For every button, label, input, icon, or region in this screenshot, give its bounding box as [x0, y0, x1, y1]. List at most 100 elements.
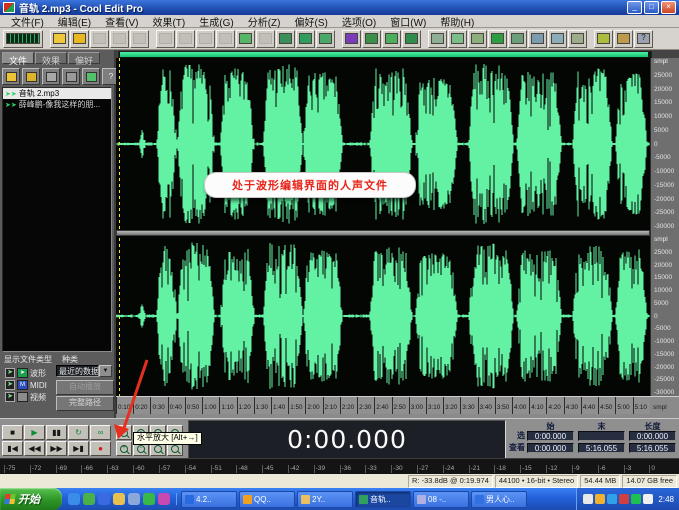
go-to-beginning-button[interactable]: ▮◀	[2, 441, 23, 456]
antivirus-icon[interactable]	[595, 494, 605, 504]
media-player-icon[interactable]	[98, 493, 110, 505]
checkbox-MIDI[interactable]: ➤	[5, 380, 15, 390]
delete-selection-button[interactable]	[276, 30, 295, 48]
qq-icon[interactable]	[631, 494, 641, 504]
overview-scrollbar-thumb[interactable]	[120, 52, 648, 57]
insert-into-cd-project-button[interactable]	[82, 68, 100, 85]
phase-analysis-button[interactable]	[548, 30, 567, 48]
play-to-end-button[interactable]: ∞	[90, 425, 111, 440]
file-list-item[interactable]: ➤➤薛峰鹏-像我这样的朋...	[3, 99, 111, 110]
menu-item[interactable]: 选项(O)	[335, 14, 383, 29]
taskbar-task[interactable]: 4.2..	[181, 491, 237, 508]
mix-paste-button[interactable]	[256, 30, 275, 48]
stop-button[interactable]: ■	[2, 425, 23, 440]
fast-forward-button[interactable]: ▶▶	[46, 441, 67, 456]
menu-item[interactable]: 窗口(W)	[383, 14, 433, 29]
organizer-tab-偏好[interactable]: 偏好	[68, 52, 100, 64]
input-method-icon[interactable]	[643, 494, 653, 504]
help-button[interactable]: ?	[634, 30, 653, 48]
taskbar-task[interactable]: QQ..	[239, 491, 295, 508]
im-icon[interactable]	[607, 494, 617, 504]
menu-item[interactable]: 帮助(H)	[433, 14, 481, 29]
chevron-down-icon[interactable]: ▼	[99, 365, 112, 377]
checkbox-波形[interactable]: ➤	[5, 368, 15, 378]
folder-icon[interactable]	[113, 493, 125, 505]
menu-item[interactable]: 编辑(E)	[51, 14, 98, 29]
rewind-button[interactable]: ◀◀	[24, 441, 45, 456]
batch-process-button[interactable]	[448, 30, 467, 48]
play-button[interactable]: ▶	[24, 425, 45, 440]
start-button[interactable]: 开始	[0, 488, 62, 510]
cut-button[interactable]	[196, 30, 215, 48]
editor-icon[interactable]	[158, 493, 170, 505]
trim-button[interactable]	[296, 30, 315, 48]
spectral-view-button[interactable]	[342, 30, 361, 48]
show-desktop-icon[interactable]	[128, 493, 140, 505]
settings-button[interactable]	[594, 30, 613, 48]
qq-music-icon[interactable]	[143, 493, 155, 505]
minimize-button[interactable]: _	[627, 1, 642, 14]
redo-button[interactable]	[176, 30, 195, 48]
timeline-ruler[interactable]: 0:100:200:300:400:501:001:101:201:301:40…	[116, 396, 650, 414]
selection-length-field[interactable]: 0:00.000	[629, 431, 676, 441]
cue-list-button[interactable]	[382, 30, 401, 48]
scripts-button[interactable]	[428, 30, 447, 48]
menu-item[interactable]: 偏好(S)	[287, 14, 334, 29]
multitrack-view-toggle-button[interactable]	[3, 30, 43, 48]
play-looped-button[interactable]: ↻	[68, 425, 89, 440]
view-end-field[interactable]: 5:16.055	[578, 443, 625, 453]
save-as-button[interactable]	[110, 30, 129, 48]
maximize-button[interactable]: □	[644, 1, 659, 14]
loop-preview-button[interactable]	[508, 30, 527, 48]
play-preview-button[interactable]	[488, 30, 507, 48]
close-button[interactable]: ×	[661, 1, 676, 14]
channel-splitter[interactable]	[116, 230, 650, 236]
insert-into-multitrack-button[interactable]	[62, 68, 80, 85]
zoom-in-vertical-button[interactable]: +	[116, 441, 132, 456]
waveform-display[interactable]	[116, 58, 650, 396]
selection-end-field[interactable]	[578, 431, 625, 441]
selection-begin-field[interactable]: 0:00.000	[527, 431, 574, 441]
cd-player-button[interactable]	[468, 30, 487, 48]
menu-item[interactable]: 生成(G)	[192, 14, 240, 29]
playback-cursor[interactable]	[119, 58, 120, 396]
internet-explorer-icon[interactable]	[68, 493, 80, 505]
messenger-icon[interactable]	[83, 493, 95, 505]
close-file-button[interactable]	[130, 30, 149, 48]
close-selected-file-button[interactable]	[42, 68, 60, 85]
update-icon[interactable]	[619, 494, 629, 504]
zoom-in-horizontal-button[interactable]: +	[116, 425, 132, 440]
file-list-item[interactable]: ➤➤音轨 2.mp3	[3, 88, 111, 99]
volume-icon[interactable]	[583, 494, 593, 504]
convert-sample-type-button[interactable]	[316, 30, 335, 48]
organizer-tab-文件[interactable]: 文件	[2, 52, 34, 64]
full-paths-button[interactable]: 完整路径	[56, 396, 114, 411]
taskbar-task[interactable]: 男人心..	[471, 491, 527, 508]
waveform-view-button[interactable]	[362, 30, 381, 48]
device-properties-button[interactable]	[614, 30, 633, 48]
auto-play-button[interactable]: 自动播放	[56, 380, 114, 395]
new-file-button[interactable]	[50, 30, 69, 48]
go-to-end-button[interactable]: ▶▮	[68, 441, 89, 456]
copy-button[interactable]	[216, 30, 235, 48]
taskbar-task[interactable]: 08 -..	[413, 491, 469, 508]
open-file-button[interactable]	[2, 68, 20, 85]
view-begin-field[interactable]: 0:00.000	[527, 443, 574, 453]
record-button[interactable]: ●	[90, 441, 111, 456]
menu-item[interactable]: 分析(Z)	[241, 14, 288, 29]
menu-item[interactable]: 效果(T)	[145, 14, 192, 29]
view-length-field[interactable]: 5:16.055	[629, 443, 676, 453]
pause-button[interactable]: ▮▮	[46, 425, 67, 440]
open-append-button[interactable]	[22, 68, 40, 85]
sort-dropdown[interactable]: 最近的数据 ▼	[56, 365, 112, 377]
menu-item[interactable]: 查看(V)	[98, 14, 145, 29]
menu-item[interactable]: 文件(F)	[4, 14, 51, 29]
frequency-analysis-button[interactable]	[528, 30, 547, 48]
monitor-record-level-button[interactable]	[568, 30, 587, 48]
undo-button[interactable]	[156, 30, 175, 48]
save-file-button[interactable]	[90, 30, 109, 48]
paste-button[interactable]	[236, 30, 255, 48]
taskbar-task[interactable]: 音轨..	[355, 491, 411, 508]
organizer-tab-效果[interactable]: 效果	[35, 52, 67, 64]
level-meter[interactable]: -75-72-69-66-63-60-57-54-51-48-45-42-39-…	[0, 458, 679, 474]
